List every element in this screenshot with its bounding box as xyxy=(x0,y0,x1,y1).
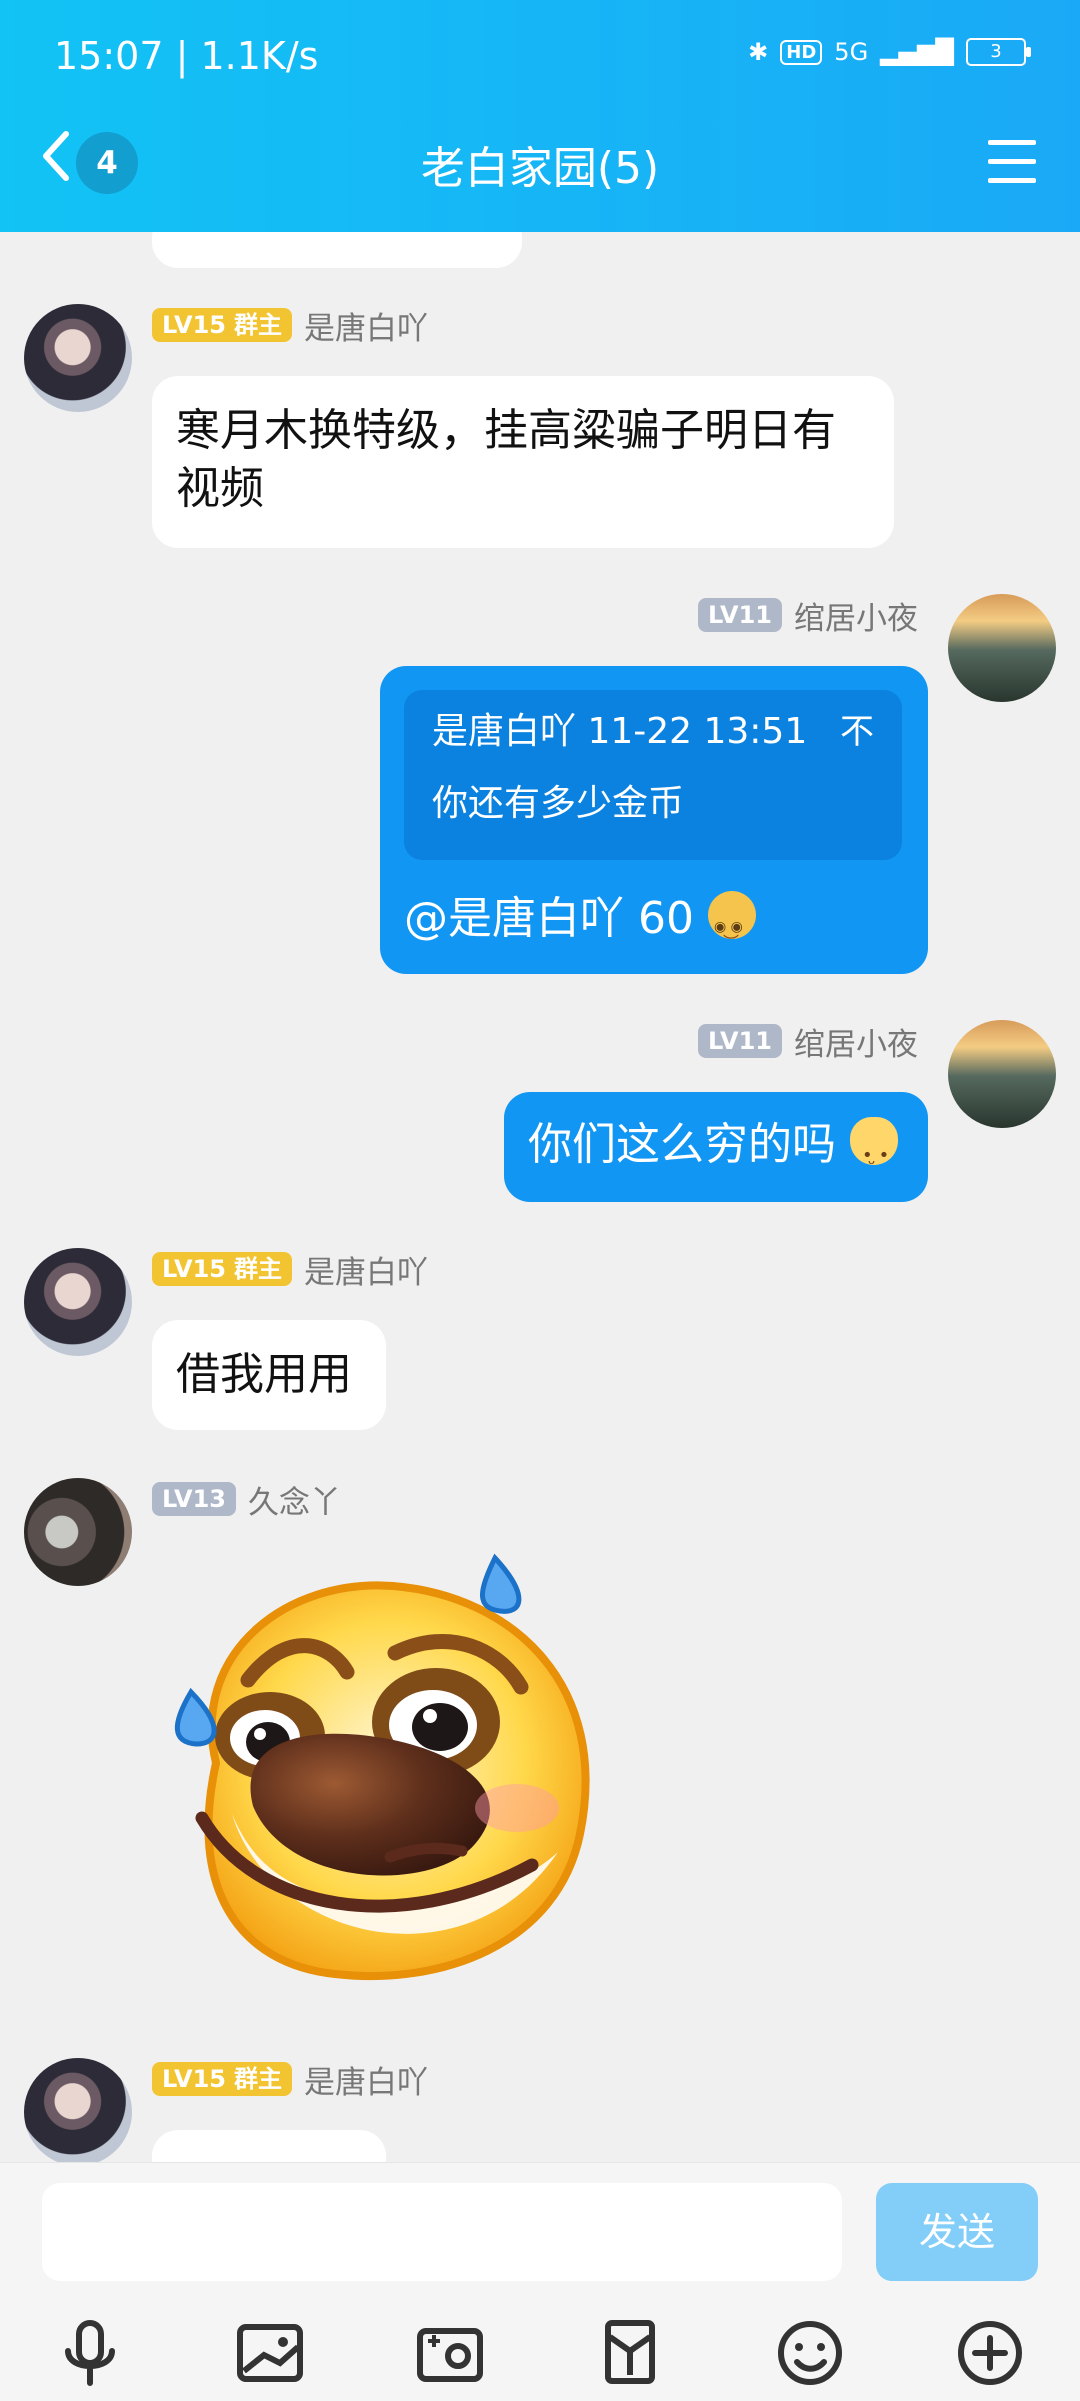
avatar[interactable] xyxy=(24,1478,132,1586)
level-badge: LV13 xyxy=(152,1482,236,1516)
quote-header: 是唐白吖 11-22 13:51 xyxy=(432,711,808,752)
status-icons: ✱ HD 5G ▂▄▆█ 3 xyxy=(748,38,1031,66)
message-meta: LV11 绾居小夜 xyxy=(698,1022,918,1063)
message-meta: LV13 久念丫 xyxy=(152,1480,341,1521)
menu-icon[interactable] xyxy=(988,140,1036,184)
message-composer: 发送 xyxy=(0,2162,1080,2401)
hd-badge: HD xyxy=(780,39,823,65)
avatar[interactable] xyxy=(24,304,132,412)
message-input[interactable] xyxy=(42,2183,842,2281)
level-badge: LV15 群主 xyxy=(152,1252,292,1286)
avatar[interactable] xyxy=(948,594,1056,702)
cat-face-icon xyxy=(850,1117,898,1194)
partial-message-bubble[interactable] xyxy=(152,2130,386,2162)
chat-message-list[interactable]: LV15 群主 是唐白吖 寒月木换特级，挂高粱骗子明日有视频 LV11 绾居小夜 … xyxy=(0,232,1080,2162)
message-meta: LV15 群主 是唐白吖 xyxy=(152,1250,428,1291)
battery-icon: 3 xyxy=(966,38,1031,66)
avatar[interactable] xyxy=(948,1020,1056,1128)
pleading-face-icon xyxy=(707,891,756,972)
camera-icon[interactable] xyxy=(410,2313,490,2393)
plus-icon[interactable] xyxy=(950,2313,1030,2393)
page-title: 老白家园(5) xyxy=(420,143,660,194)
level-badge: LV15 群主 xyxy=(152,2062,292,2096)
sender-name: 绾居小夜 xyxy=(794,600,918,637)
quoted-message[interactable]: 是唐白吖 11-22 13:51 不 你还有多少金币 xyxy=(404,690,902,860)
quote-text: 你还有多少金币 xyxy=(432,783,685,824)
chat-header: 15:07 | 1.1K/s ✱ HD 5G ▂▄▆█ 3 4 老白家园(5) xyxy=(0,0,1080,232)
avatar[interactable] xyxy=(24,1248,132,1356)
avatar[interactable] xyxy=(24,2058,132,2162)
sender-name: 久念丫 xyxy=(247,1484,341,1521)
signal-icon: ▂▄▆█ xyxy=(880,38,954,66)
sender-name: 是唐白吖 xyxy=(303,1254,428,1291)
sender-name: 是唐白吖 xyxy=(303,2064,428,2101)
reply-text: @是唐白吖 60 xyxy=(404,893,694,944)
sweating-face-sticker[interactable] xyxy=(160,1548,620,1998)
sender-name: 是唐白吖 xyxy=(303,310,428,347)
message-meta: LV11 绾居小夜 xyxy=(698,596,918,637)
level-badge: LV11 xyxy=(698,598,782,632)
microphone-icon[interactable] xyxy=(50,2313,130,2393)
message-bubble[interactable]: 你们这么穷的吗 xyxy=(504,1092,928,1202)
message-bubble[interactable]: 借我用用 xyxy=(152,1320,386,1430)
emoji-icon[interactable] xyxy=(770,2313,850,2393)
message-meta: LV15 群主 是唐白吖 xyxy=(152,306,428,347)
message-text: 你们这么穷的吗 xyxy=(528,1119,836,1170)
message-meta: LV15 群主 是唐白吖 xyxy=(152,2060,428,2101)
level-badge: LV11 xyxy=(698,1024,782,1058)
previous-message-bubble[interactable] xyxy=(152,232,522,268)
reply-text-row: @是唐白吖 60 xyxy=(404,890,756,972)
quote-mark: 不 xyxy=(840,712,874,752)
network-label: 5G xyxy=(834,38,869,66)
level-badge: LV15 群主 xyxy=(152,308,292,342)
red-packet-icon[interactable] xyxy=(590,2313,670,2393)
image-icon[interactable] xyxy=(230,2313,310,2393)
status-time-speed: 15:07 | 1.1K/s xyxy=(54,34,319,78)
bluetooth-icon: ✱ xyxy=(748,38,769,66)
send-button[interactable]: 发送 xyxy=(876,2183,1038,2281)
message-bubble[interactable]: 寒月木换特级，挂高粱骗子明日有视频 xyxy=(152,376,894,548)
sender-name: 绾居小夜 xyxy=(794,1026,918,1063)
reply-message-bubble[interactable]: 是唐白吖 11-22 13:51 不 你还有多少金币 @是唐白吖 60 xyxy=(380,666,928,974)
